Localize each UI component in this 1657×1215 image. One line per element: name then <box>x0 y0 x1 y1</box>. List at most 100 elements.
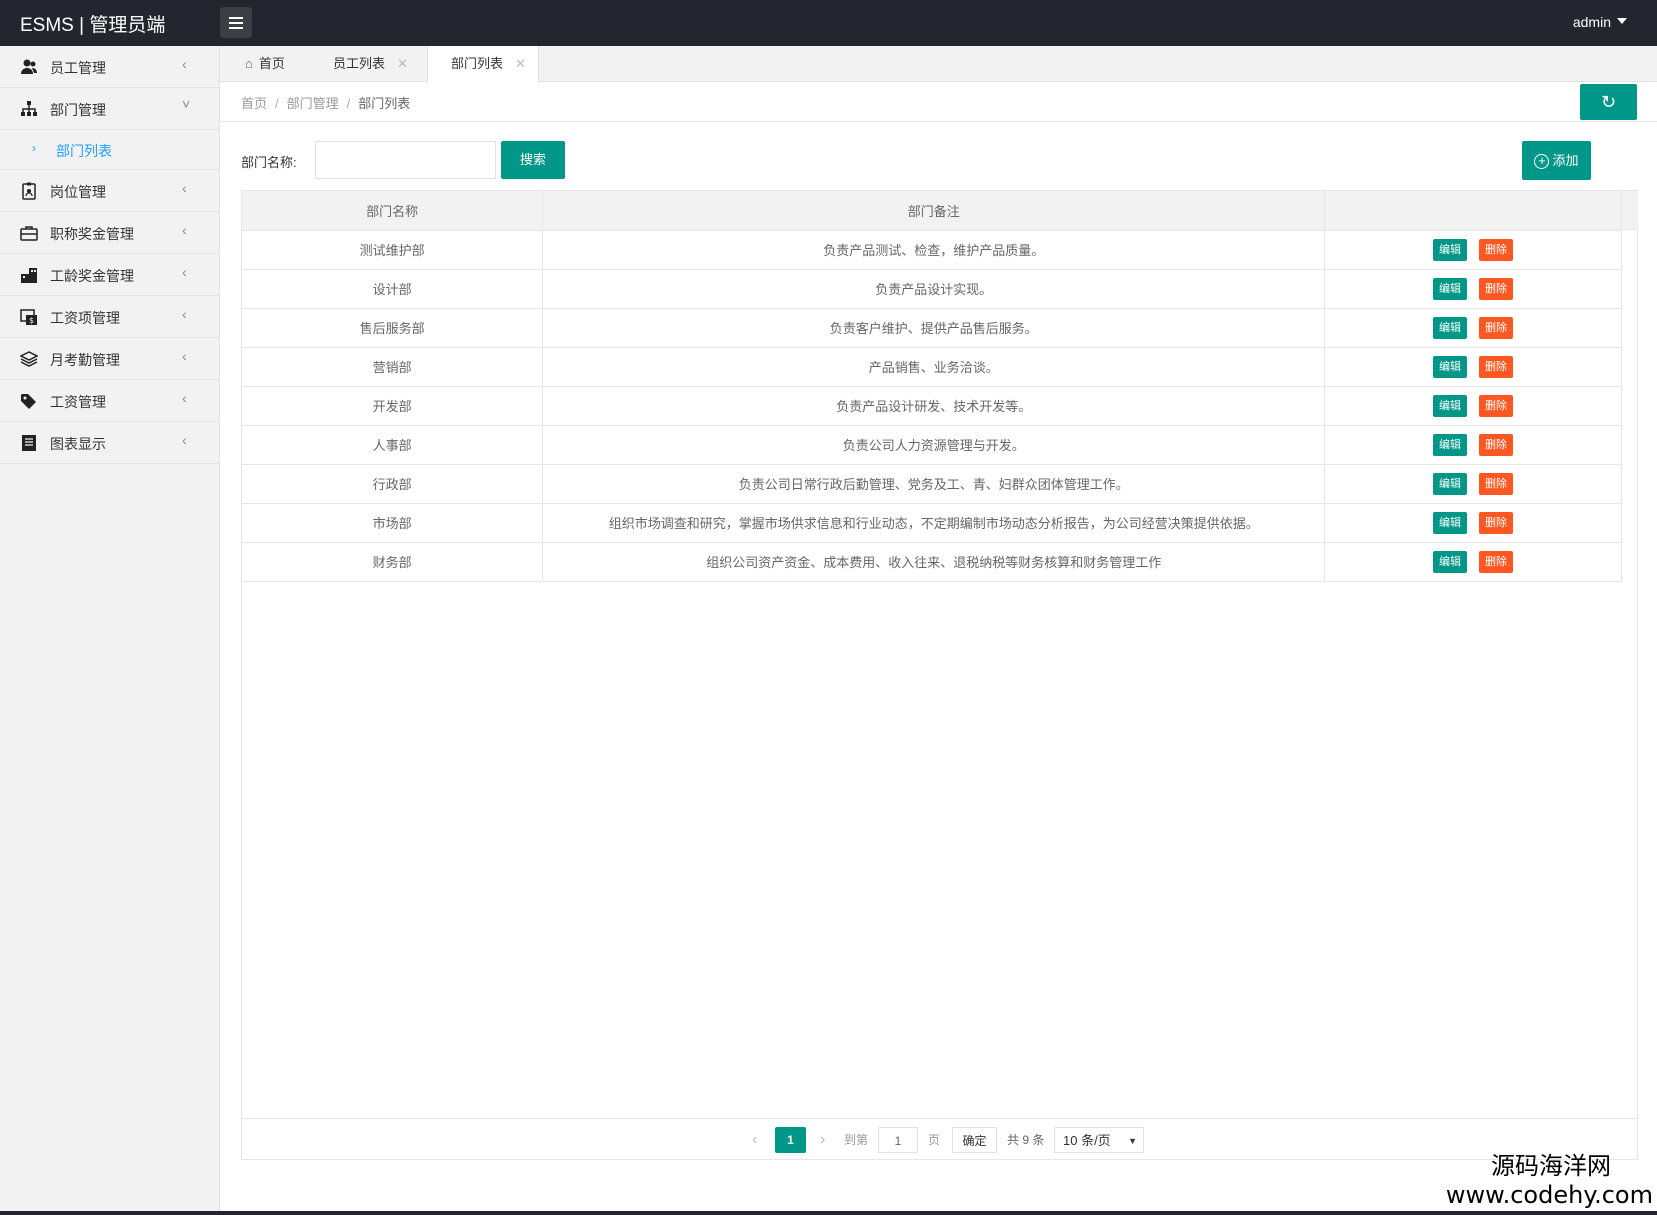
sidebar-item-seniority-bonus[interactable]: 工龄奖金管理 ‹ <box>0 254 219 296</box>
goto-label: 到第 <box>844 1133 869 1147</box>
home-icon: ⌂ <box>245 56 253 71</box>
hamburger-icon-line <box>229 22 243 24</box>
hamburger-icon <box>229 17 243 19</box>
breadcrumb-section[interactable]: 部门管理 <box>287 96 339 111</box>
delete-button[interactable]: 删除 <box>1479 433 1514 456</box>
tab-label: 首页 <box>258 56 285 71</box>
app-logo: ESMS | 管理员端 <box>20 15 166 36</box>
page-size-select[interactable]: 10 条/页 ▼ <box>1054 1127 1144 1153</box>
edit-button[interactable]: 编辑 <box>1433 277 1468 300</box>
search-bar: 部门名称: 搜索 + 添加 <box>241 141 1637 181</box>
page-current[interactable]: 1 <box>775 1127 806 1153</box>
edit-button[interactable]: 编辑 <box>1433 472 1468 495</box>
sidebar-item-positions[interactable]: 岗位管理 ‹ <box>0 170 219 212</box>
cell-actions: 编辑 删除 <box>1324 542 1622 582</box>
page-label: 页 <box>928 1133 941 1147</box>
table-header-row: 部门名称 部门备注 <box>242 191 1622 231</box>
sitemap-icon <box>21 101 37 116</box>
sidebar-item-label: 月考勤管理 <box>50 352 120 368</box>
delete-button[interactable]: 删除 <box>1479 238 1514 261</box>
edit-button[interactable]: 编辑 <box>1433 394 1468 417</box>
sidebar-item-label: 岗位管理 <box>50 184 106 200</box>
tab-home[interactable]: ⌂ 首页 <box>222 46 285 82</box>
menu-toggle-button[interactable] <box>220 7 252 38</box>
caret-down-icon: ▼ <box>1128 1136 1137 1146</box>
delete-button[interactable]: 删除 <box>1479 472 1514 495</box>
cell-actions: 编辑 删除 <box>1324 386 1622 426</box>
column-header-actions <box>1324 191 1622 231</box>
layers-icon <box>20 351 38 367</box>
table-row: 营销部 产品销售、业务洽谈。 编辑 删除 <box>242 347 1622 387</box>
pagination: ‹ 1 › 到第 1 页 确定 共 9 条 10 条/页 ▼ <box>242 1118 1637 1160</box>
data-table: 部门名称 部门备注 测试维护部 负责产品测试、检查，维护产品质量。 编辑 删除 设计部负… <box>242 191 1622 582</box>
sidebar-item-label: 工资管理 <box>50 394 106 410</box>
breadcrumb-home[interactable]: 首页 <box>241 96 267 111</box>
badge-icon <box>22 182 36 200</box>
cell-actions: 编辑 删除 <box>1324 269 1622 309</box>
table-row: 行政部 负责公司日常行政后勤管理、党务及工、青、妇群众团体管理工作。 编辑 删除 <box>242 464 1622 504</box>
breadcrumb-separator: / <box>275 96 279 111</box>
sidebar-item-title-bonus[interactable]: 职称奖金管理 ‹ <box>0 212 219 254</box>
add-button[interactable]: + 添加 <box>1522 141 1591 180</box>
edit-button[interactable]: 编辑 <box>1433 511 1468 534</box>
scrollbar-header-gutter <box>1622 191 1638 230</box>
cell-actions: 编辑 删除 <box>1324 347 1622 387</box>
sidebar-item-salary[interactable]: 工资管理 ‹ <box>0 380 219 422</box>
edit-button[interactable]: 编辑 <box>1433 433 1468 456</box>
goto-confirm-button[interactable]: 确定 <box>952 1127 997 1153</box>
refresh-button[interactable]: ↻ <box>1580 84 1637 120</box>
user-menu[interactable]: admin <box>1573 14 1627 30</box>
table-row: 开发部 负责产品设计研发、技术开发等。 编辑 删除 <box>242 386 1622 426</box>
edit-button[interactable]: 编辑 <box>1433 238 1468 261</box>
cell-department-name: 人事部 <box>242 425 544 465</box>
edit-button[interactable]: 编辑 <box>1433 550 1468 573</box>
tab-department-list[interactable]: 部门列表 ✕ <box>427 46 539 83</box>
briefcase-icon <box>20 226 38 241</box>
chevron-left-icon: ‹ <box>182 56 187 72</box>
department-name-input[interactable] <box>315 141 496 179</box>
tab-employee-list[interactable]: 员工列表 ✕ <box>310 46 408 82</box>
search-button[interactable]: 搜索 <box>501 141 565 179</box>
delete-button[interactable]: 删除 <box>1479 550 1514 573</box>
delete-button[interactable]: 删除 <box>1479 316 1514 339</box>
svg-text:$: $ <box>29 316 34 325</box>
sidebar-subitem-department-list[interactable]: › 部门列表 <box>0 130 219 170</box>
page-size-value: 10 条/页 <box>1063 1133 1111 1148</box>
close-icon[interactable]: ✕ <box>397 56 408 71</box>
chevron-down-icon: ˅ <box>182 96 191 112</box>
next-page-icon[interactable]: › <box>820 1127 825 1153</box>
breadcrumb-current: 部门列表 <box>358 96 411 111</box>
tab-label: 员工列表 <box>333 56 386 71</box>
sidebar-item-employees[interactable]: 员工管理 ‹ <box>0 46 219 88</box>
delete-button[interactable]: 删除 <box>1479 394 1514 417</box>
cell-department-name: 测试维护部 <box>242 230 544 270</box>
cell-department-name: 开发部 <box>242 386 544 426</box>
close-icon[interactable]: ✕ <box>515 56 526 71</box>
sidebar-subitem-label: 部门列表 <box>56 143 112 159</box>
table-row: 财务部 组织公司资产资金、成本费用、收入往来、退税纳税等财务核算和财务管理工作 编辑… <box>242 542 1622 582</box>
cell-actions: 编辑 删除 <box>1324 308 1622 348</box>
delete-button[interactable]: 删除 <box>1479 355 1514 378</box>
tab-label: 部门列表 <box>451 56 504 71</box>
delete-button[interactable]: 删除 <box>1479 277 1514 300</box>
sidebar-item-label: 工龄奖金管理 <box>50 268 134 284</box>
sidebar-item-attendance[interactable]: 月考勤管理 ‹ <box>0 338 219 380</box>
money-icon: $ <box>20 309 37 325</box>
chevron-right-icon: › <box>32 141 36 155</box>
cell-department-note: 负责客户维护、提供产品售后服务。 <box>542 308 1326 348</box>
edit-button[interactable]: 编辑 <box>1433 355 1468 378</box>
chevron-left-icon: ‹ <box>182 348 187 364</box>
sidebar-item-charts[interactable]: 图表显示 ‹ <box>0 422 219 464</box>
breadcrumb: 首页 / 部门管理 / 部门列表 <box>241 93 410 112</box>
sidebar-item-departments[interactable]: 部门管理 ˅ <box>0 88 219 130</box>
total-count: 共 9 条 <box>1007 1133 1045 1147</box>
edit-button[interactable]: 编辑 <box>1433 316 1468 339</box>
chevron-left-icon: ‹ <box>182 306 187 322</box>
user-name: admin <box>1572 14 1611 30</box>
prev-page-icon[interactable]: ‹ <box>752 1127 757 1153</box>
cell-department-name: 市场部 <box>242 503 544 543</box>
cell-department-name: 售后服务部 <box>242 308 544 348</box>
sidebar-item-salary-items[interactable]: $ 工资项管理 ‹ <box>0 296 219 338</box>
goto-page-input[interactable]: 1 <box>878 1127 918 1153</box>
delete-button[interactable]: 删除 <box>1479 511 1514 534</box>
